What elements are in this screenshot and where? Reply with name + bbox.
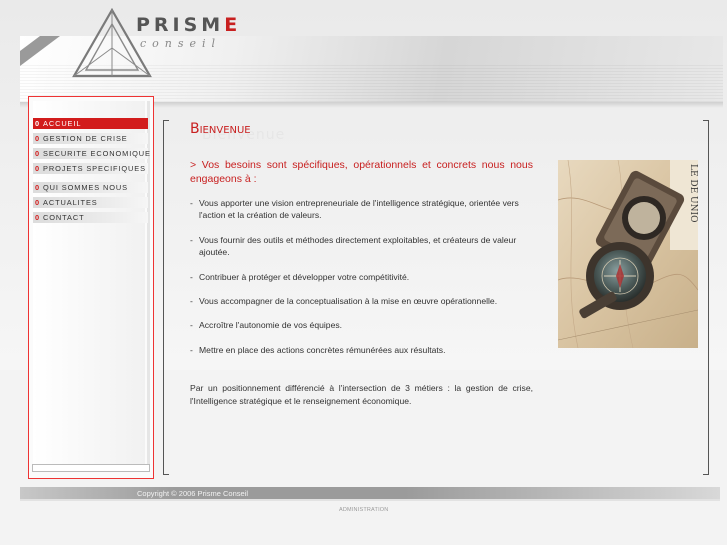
menu-item-actualites[interactable]: 0 ACTUALITES xyxy=(33,197,148,208)
outro-text: Par un positionnement différencié à l'in… xyxy=(190,383,533,406)
menu-item-contact[interactable]: 0 CONTACT xyxy=(33,212,148,223)
list-item: - Contribuer à protéger et développer vot… xyxy=(190,271,410,282)
sidebar-footer-box xyxy=(32,464,150,472)
copyright-text: Copyright © 2006 Prisme Conseil xyxy=(137,489,248,498)
list-item: - Vous apporter une vision entrepreneuria… xyxy=(190,198,519,221)
footer-divider xyxy=(20,499,720,501)
menu-item-accueil[interactable]: 0 ACCUEIL xyxy=(33,118,148,129)
intro-text: > Vos besoins sont spécifiques, opératio… xyxy=(190,159,533,185)
list-item: - Mettre en place des actions concrètes r… xyxy=(190,344,446,355)
list-item: - Accroître l'autonomie de vos équipes. xyxy=(190,320,343,331)
menu-item-securite-economique[interactable]: 0 SECURITE ECONOMIQUE xyxy=(33,148,150,159)
list-item: - Vous accompagner de la conceptualisatio… xyxy=(190,296,498,307)
list-item: - Vous fournir des outils et méthodes dir… xyxy=(190,234,517,258)
content-bracket-right xyxy=(703,120,709,475)
page-title: Bienvenue xyxy=(190,121,251,137)
content-bracket-left xyxy=(163,120,169,475)
administration-link[interactable]: ADMINISTRATION xyxy=(339,507,388,513)
menu-item-projets-specifiques[interactable]: 0 PROJETS SPECIFIQUES xyxy=(33,163,148,174)
menu-item-gestion-de-crise[interactable]: 0 GESTION DE CRISE xyxy=(33,133,148,144)
main-menu: 0 ACCUEIL 0 GESTION DE CRISE 0 SECURITE ECO… xyxy=(33,118,150,227)
commitments-list: - Vous apporter une vision entrepreneuria… xyxy=(190,197,533,356)
map-label: LE DE UNIO xyxy=(688,164,698,222)
brand-name[interactable]: PRISME xyxy=(136,14,241,36)
brand-tagline: conseil xyxy=(140,37,222,50)
menu-item-qui-sommes-nous[interactable]: 0 QUI SOMMES NOUS xyxy=(33,182,148,193)
compass-map-photo: LE DE UNIO xyxy=(558,160,698,348)
footer-bar xyxy=(20,487,720,499)
